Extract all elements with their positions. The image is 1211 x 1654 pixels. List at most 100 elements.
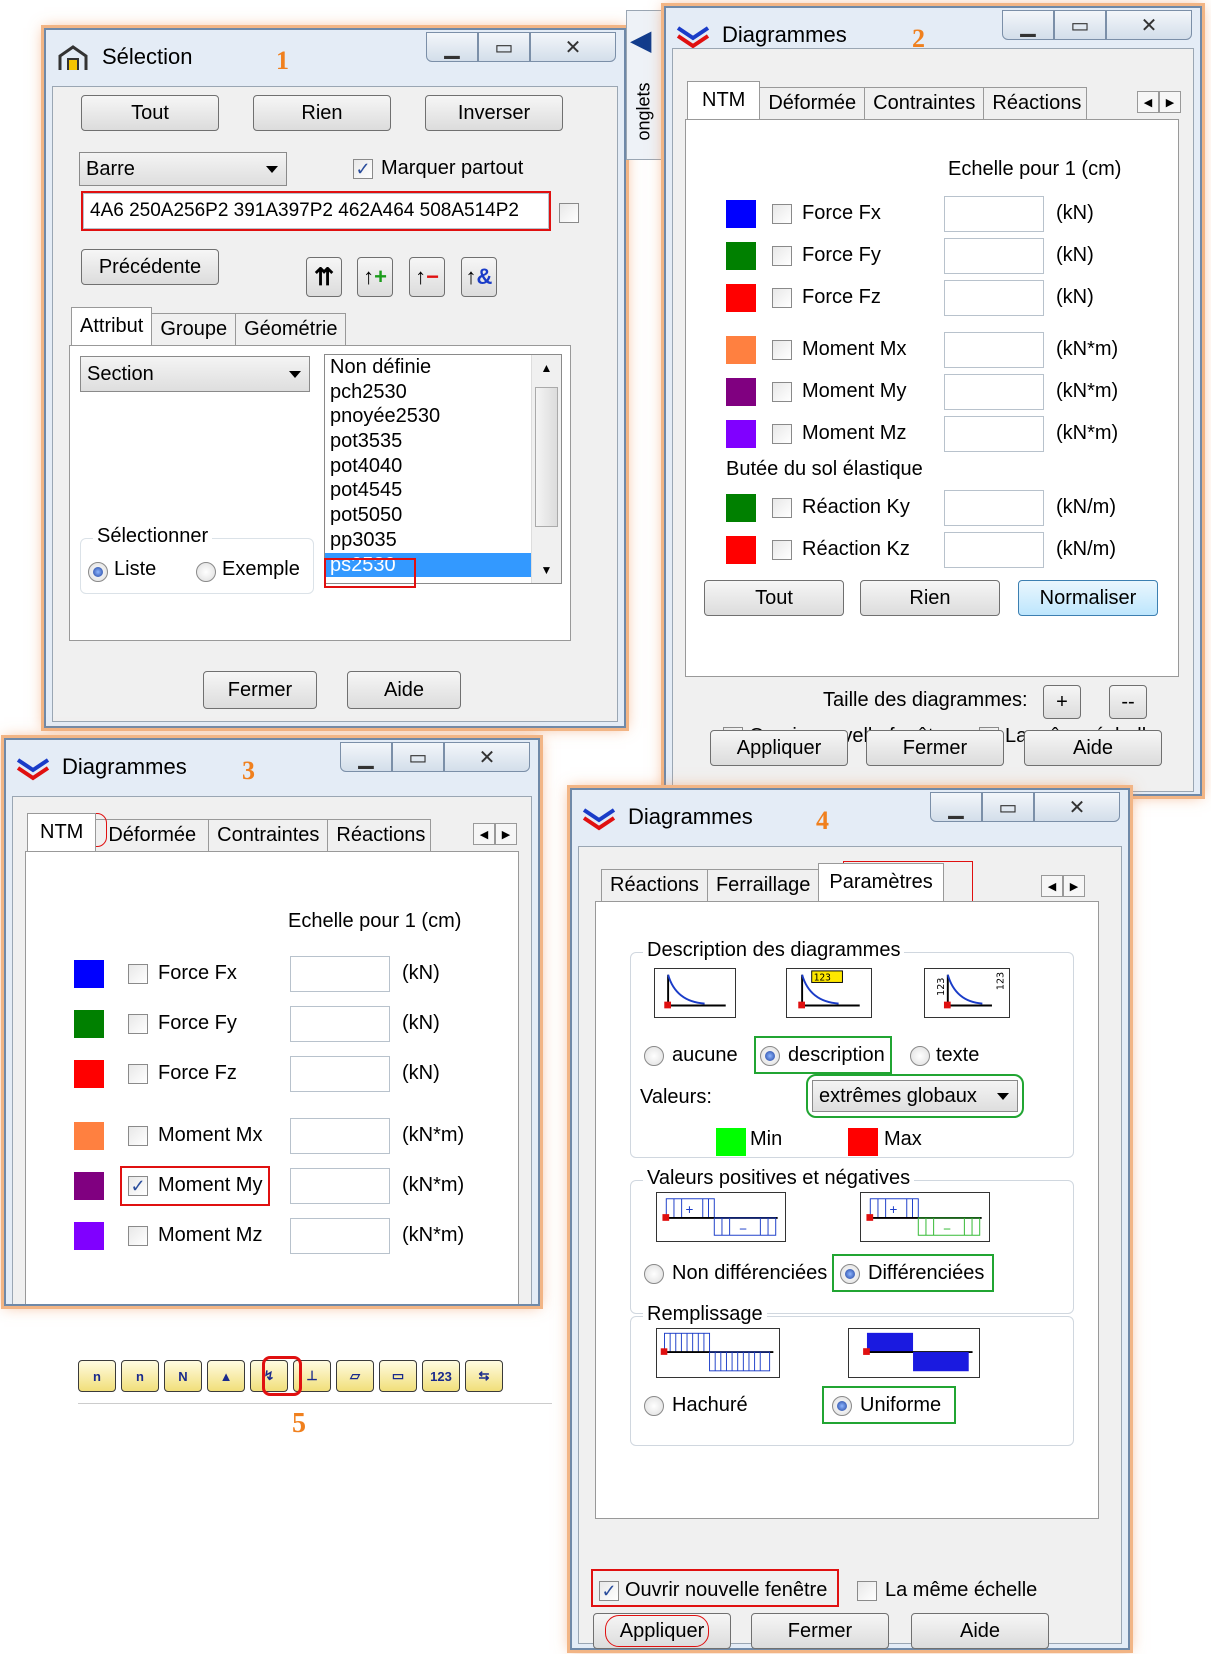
scale-input[interactable] (944, 490, 1044, 526)
scale-input[interactable] (290, 956, 390, 992)
previous-button[interactable]: Précédente (81, 249, 219, 285)
row-checkbox[interactable] (772, 424, 792, 444)
help-button[interactable]: Aide (911, 1613, 1049, 1649)
tab-reactions[interactable]: Réactions (983, 87, 1088, 119)
list-item[interactable]: pch2530 (325, 380, 531, 405)
select-remove-icon[interactable]: ↑ − (409, 257, 445, 297)
diagram-plate-icon[interactable]: ▱ (336, 1360, 374, 1392)
tab-scroll-left-icon[interactable]: ◀ (473, 823, 495, 845)
none-button[interactable]: Rien (860, 580, 1000, 616)
list-radio[interactable] (88, 562, 108, 582)
attribute-dropdown[interactable]: Section (80, 356, 310, 392)
undifferentiated-radio[interactable] (644, 1264, 664, 1284)
scale-input[interactable] (290, 1118, 390, 1154)
close-dialog-button[interactable]: Fermer (751, 1613, 889, 1649)
close-button[interactable]: ✕ (1034, 792, 1120, 822)
row-checkbox[interactable] (772, 498, 792, 518)
invert-button[interactable]: Inverser (425, 95, 563, 131)
row-checkbox[interactable] (772, 382, 792, 402)
title-bar[interactable]: Sélection 1 ▁ ▭ ✕ (46, 30, 624, 86)
list-item[interactable]: pot5050 (325, 503, 531, 528)
tab-geometrie[interactable]: Géométrie (235, 313, 347, 345)
scale-input[interactable] (944, 332, 1044, 368)
close-dialog-button[interactable]: Fermer (203, 671, 317, 709)
scale-input[interactable] (944, 196, 1044, 232)
none-button[interactable]: Rien (253, 95, 391, 131)
apply-button[interactable]: Appliquer (710, 730, 848, 766)
tab-reactions[interactable]: Réactions (601, 869, 708, 901)
tab-scroll-right-icon[interactable]: ▶ (1063, 875, 1085, 897)
maximize-button[interactable]: ▭ (1054, 10, 1106, 40)
tab-contraintes[interactable]: Contraintes (208, 819, 329, 851)
tab-attribut[interactable]: Attribut (71, 307, 153, 345)
row-checkbox[interactable] (772, 246, 792, 266)
diagram-123-icon[interactable]: 123 (422, 1360, 460, 1392)
selection-string-checkbox[interactable] (559, 203, 579, 223)
close-dialog-button[interactable]: Fermer (866, 730, 1004, 766)
diagram-export-icon[interactable]: ⇆ (465, 1360, 503, 1392)
all-button[interactable]: Tout (704, 580, 844, 616)
list-item[interactable]: pnoyée2530 (325, 404, 531, 429)
row-checkbox[interactable] (772, 204, 792, 224)
tab-parametres[interactable]: Paramètres (818, 863, 944, 901)
tab-deformee[interactable]: Déformée (95, 819, 210, 851)
list-item[interactable]: pot3535 (325, 429, 531, 454)
same-scale-checkbox[interactable] (857, 1581, 877, 1601)
diagram-values-icon[interactable]: ▭ (379, 1360, 417, 1392)
row-checkbox[interactable] (128, 1064, 148, 1084)
title-bar[interactable]: Diagrammes 3 ▁ ▭ ✕ (6, 740, 538, 796)
tab-deformee[interactable]: Déformée (759, 87, 866, 119)
diagram-beam-icon[interactable]: ▲ (207, 1360, 245, 1392)
hatched-radio[interactable] (644, 1396, 664, 1416)
close-button[interactable]: ✕ (444, 742, 530, 772)
select-intersect-icon[interactable]: ↑ & (461, 257, 497, 297)
minimize-button[interactable]: ▁ (426, 32, 478, 62)
scale-input[interactable] (944, 374, 1044, 410)
minimize-button[interactable]: ▁ (1002, 10, 1054, 40)
row-checkbox[interactable] (772, 540, 792, 560)
minimize-button[interactable]: ▁ (930, 792, 982, 822)
scroll-thumb[interactable] (535, 387, 558, 527)
tab-groupe[interactable]: Groupe (151, 313, 237, 345)
all-button[interactable]: Tout (81, 95, 219, 131)
row-checkbox[interactable] (128, 1226, 148, 1246)
type-dropdown[interactable]: Barre (79, 152, 287, 186)
diagram-n12-icon[interactable]: N (164, 1360, 202, 1392)
scale-input[interactable] (944, 416, 1044, 452)
tab-scroll-right-icon[interactable]: ▶ (495, 823, 517, 845)
help-button[interactable]: Aide (1024, 730, 1162, 766)
scale-input[interactable] (944, 532, 1044, 568)
onglets-strip[interactable]: ◀ onglets (626, 10, 664, 160)
tab-scroll-right-icon[interactable]: ▶ (1159, 91, 1181, 113)
tab-contraintes[interactable]: Contraintes (864, 87, 985, 119)
maximize-button[interactable]: ▭ (478, 32, 530, 62)
scale-input[interactable] (290, 1168, 390, 1204)
row-checkbox[interactable] (772, 340, 792, 360)
list-item[interactable]: Non définie (325, 355, 531, 380)
row-checkbox[interactable] (772, 288, 792, 308)
list-item[interactable]: pot4545 (325, 478, 531, 503)
diagram-n-icon[interactable]: n (78, 1360, 116, 1392)
scale-input[interactable] (290, 1218, 390, 1254)
scale-input[interactable] (290, 1006, 390, 1042)
maximize-button[interactable]: ▭ (392, 742, 444, 772)
tab-ferraillage[interactable]: Ferraillage (706, 869, 820, 901)
tab-ntm[interactable]: NTM (687, 81, 761, 119)
row-checkbox[interactable] (128, 1014, 148, 1034)
scroll-up-icon[interactable]: ▲ (532, 355, 561, 381)
row-checkbox[interactable] (128, 1126, 148, 1146)
scroll-down-icon[interactable]: ▼ (532, 557, 561, 583)
desc-none-radio[interactable] (644, 1046, 664, 1066)
maximize-button[interactable]: ▭ (982, 792, 1034, 822)
mark-everywhere-checkbox[interactable]: ✓ (353, 159, 373, 179)
diagram-n-sign-icon[interactable]: n (121, 1360, 159, 1392)
title-bar[interactable]: Diagrammes 4 ▁ ▭ ✕ (572, 790, 1128, 846)
example-radio[interactable] (196, 562, 216, 582)
help-button[interactable]: Aide (347, 671, 461, 709)
tab-reactions[interactable]: Réactions (327, 819, 432, 851)
list-item[interactable]: pp3035 (325, 528, 531, 553)
list-item[interactable]: pot4040 (325, 454, 531, 479)
tab-scroll-left-icon[interactable]: ◀ (1041, 875, 1063, 897)
row-checkbox[interactable] (128, 964, 148, 984)
section-list[interactable]: Non définie pch2530 pnoyée2530 pot3535 pot40… (324, 354, 562, 584)
